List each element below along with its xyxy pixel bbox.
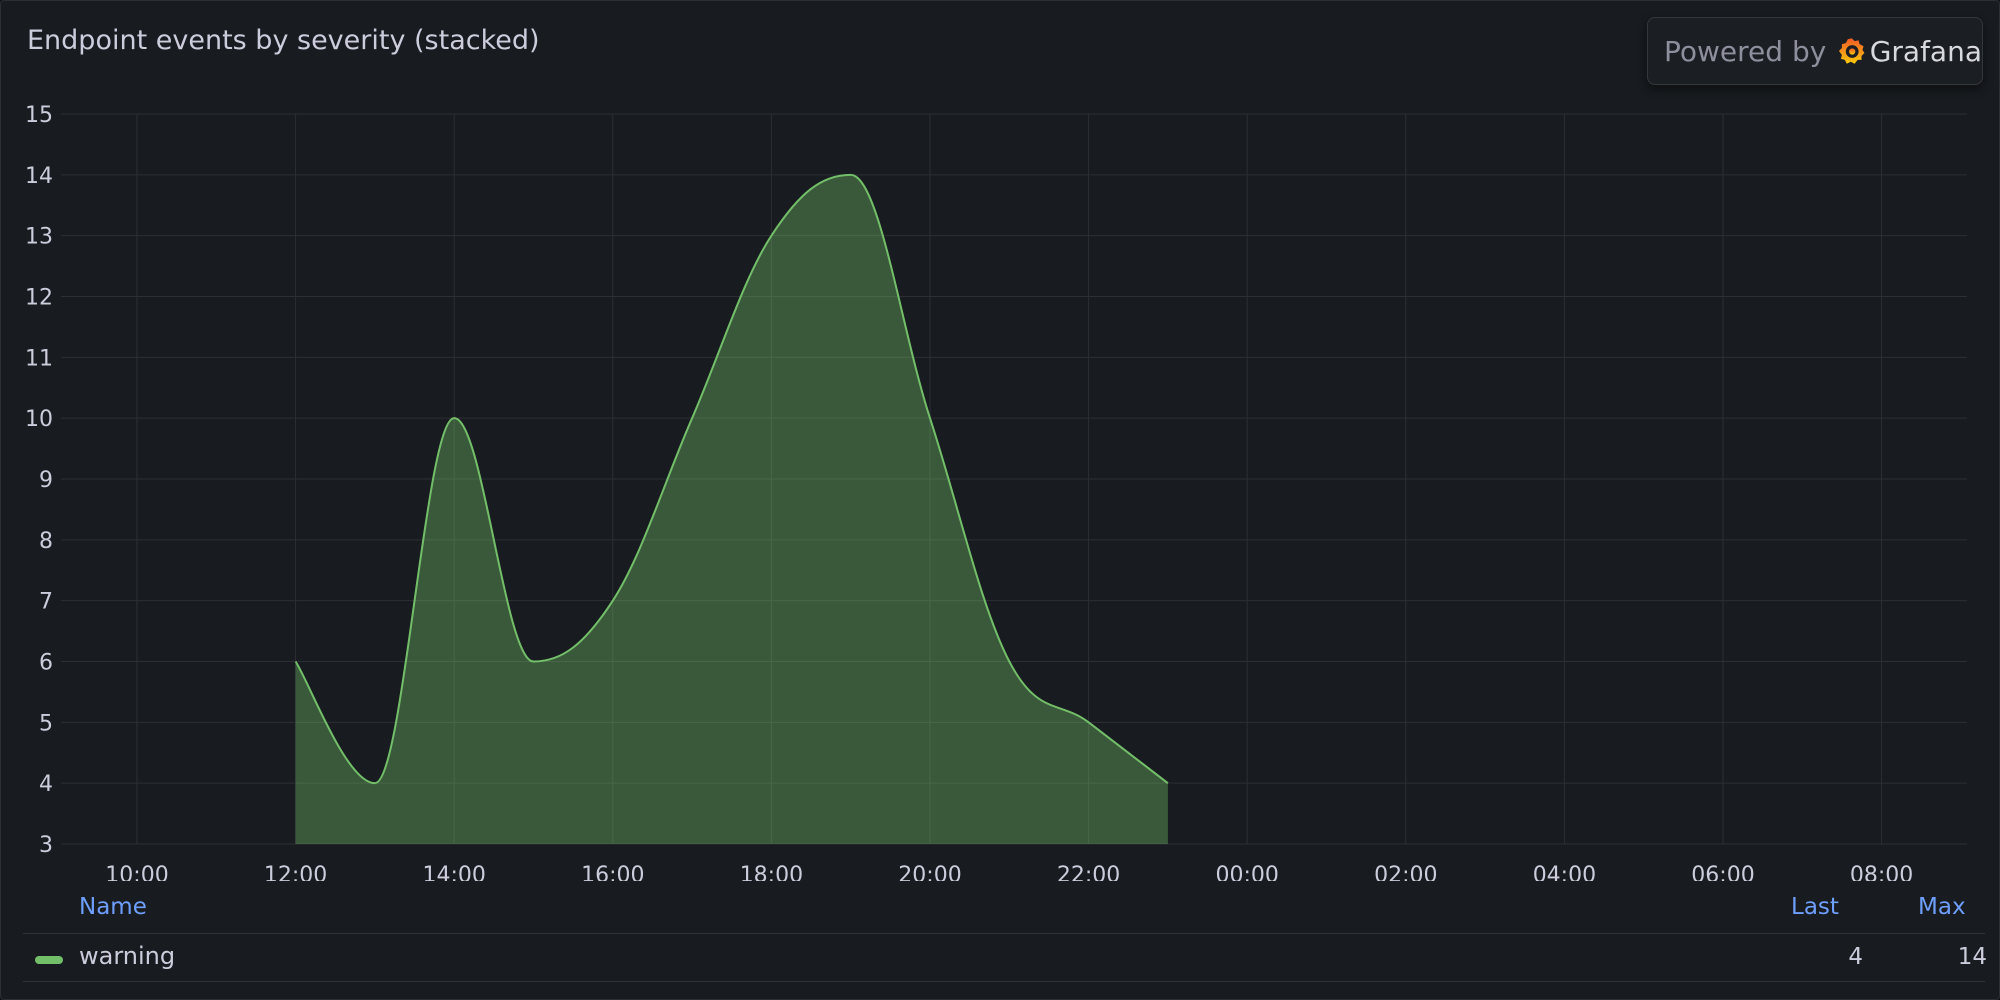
x-tick-label: 02:00 bbox=[1374, 863, 1437, 881]
y-tick-label: 6 bbox=[39, 651, 53, 676]
chart-panel: Endpoint events by severity (stacked) Po… bbox=[0, 0, 2000, 1000]
y-tick-label: 10 bbox=[25, 407, 53, 432]
x-tick-label: 18:00 bbox=[740, 863, 803, 881]
legend-divider bbox=[23, 933, 1985, 934]
legend-header-last[interactable]: Last bbox=[1791, 894, 1839, 920]
y-tick-label: 8 bbox=[39, 529, 53, 554]
x-tick-label: 16:00 bbox=[581, 863, 644, 881]
legend-series-name[interactable]: warning bbox=[79, 942, 175, 970]
legend-max-value: 14 bbox=[1957, 944, 1987, 970]
y-tick-label: 11 bbox=[25, 346, 53, 371]
series-area-warning bbox=[295, 174, 1168, 845]
time-series-chart[interactable]: 3 4 5 6 7 8 9 10 11 12 13 14 15 10:00 12:00 14:00 16:00 1… bbox=[1, 1, 2000, 881]
legend-bottom-divider bbox=[23, 981, 1985, 982]
x-tick-label: 04:00 bbox=[1533, 863, 1596, 881]
y-tick-label: 14 bbox=[25, 164, 53, 189]
x-tick-label: 14:00 bbox=[422, 863, 485, 881]
x-tick-label: 10:00 bbox=[105, 863, 168, 881]
y-tick-label: 7 bbox=[39, 590, 53, 615]
y-tick-label: 5 bbox=[39, 711, 53, 736]
y-tick-label: 4 bbox=[39, 772, 53, 797]
x-tick-label: 20:00 bbox=[898, 863, 961, 881]
x-tick-label: 12:00 bbox=[264, 863, 327, 881]
legend-row-warning[interactable]: warning 4 14 bbox=[23, 936, 1987, 980]
x-tick-label: 00:00 bbox=[1215, 863, 1278, 881]
y-tick-label: 3 bbox=[39, 833, 53, 858]
legend-header-max[interactable]: Max bbox=[1918, 894, 1966, 920]
y-tick-label: 13 bbox=[25, 225, 53, 250]
y-tick-label: 15 bbox=[25, 103, 53, 128]
y-tick-label: 9 bbox=[39, 468, 53, 493]
legend-last-value: 4 bbox=[1848, 944, 1863, 970]
legend-header-name[interactable]: Name bbox=[79, 894, 147, 920]
x-tick-label: 22:00 bbox=[1057, 863, 1120, 881]
series-color-swatch bbox=[35, 956, 63, 964]
x-tick-label: 08:00 bbox=[1850, 863, 1913, 881]
y-tick-label: 12 bbox=[25, 286, 53, 311]
x-tick-label: 06:00 bbox=[1691, 863, 1754, 881]
